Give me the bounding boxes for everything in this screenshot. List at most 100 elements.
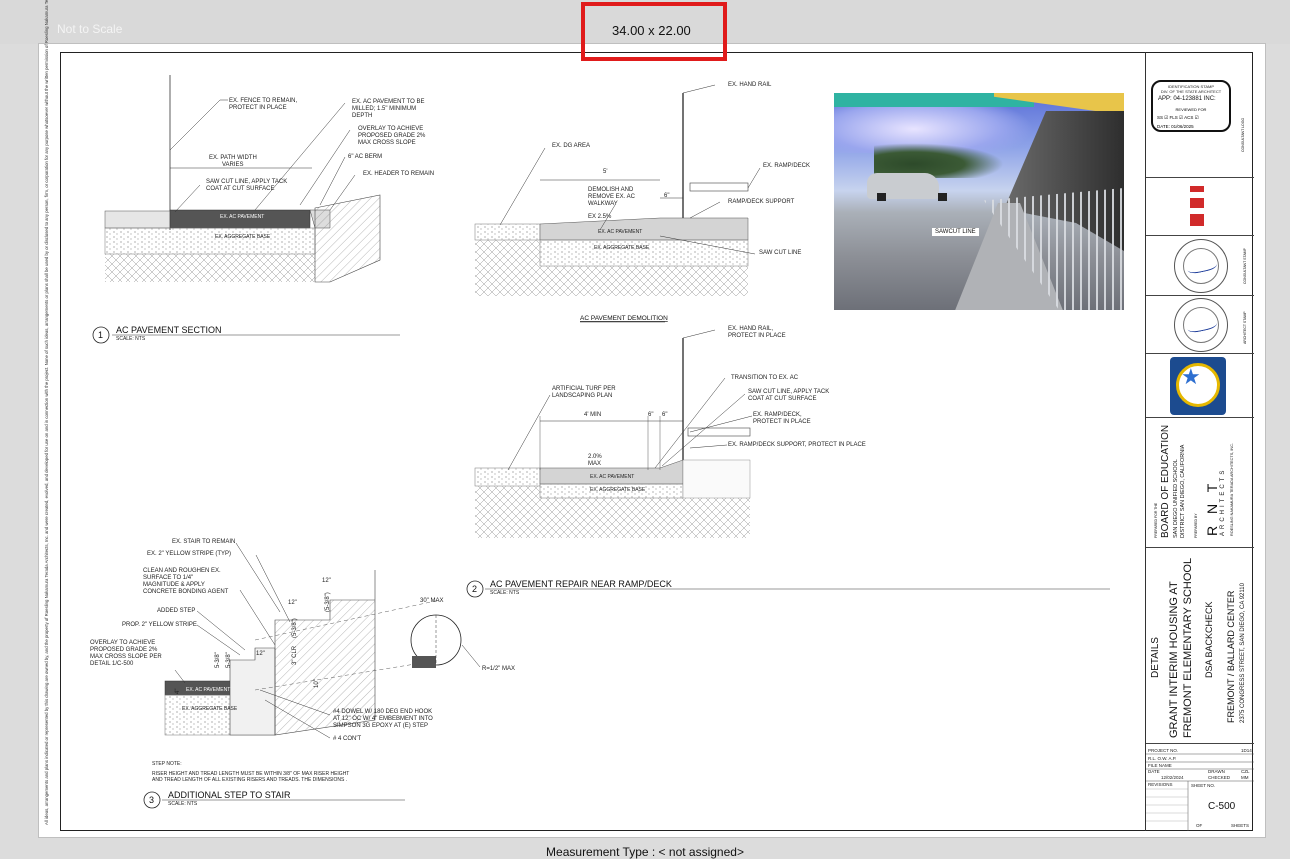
svg-text:DEPTH: DEPTH xyxy=(352,113,372,119)
svg-text:EX. AC PAVEMENT: EX. AC PAVEMENT xyxy=(186,687,230,693)
svg-text:DRAWN: DRAWN xyxy=(1208,769,1225,774)
svg-text:12": 12" xyxy=(256,651,265,657)
svg-text:DETAIL 1/C-500: DETAIL 1/C-500 xyxy=(90,661,134,667)
svg-text:6": 6" xyxy=(664,193,669,199)
svg-text:PROP. 2" YELLOW STRIPE: PROP. 2" YELLOW STRIPE xyxy=(122,622,197,628)
svg-text:CZL: CZL xyxy=(1241,769,1250,774)
svg-text:CONCRETE BONDING AGENT: CONCRETE BONDING AGENT xyxy=(143,589,229,595)
svg-text:5-3/8": 5-3/8" xyxy=(215,652,221,668)
svg-text:PROTECT IN PLACE: PROTECT IN PLACE xyxy=(753,419,811,425)
svg-text:EX. AC PAVEMENT TO BE: EX. AC PAVEMENT TO BE xyxy=(352,99,424,105)
svg-text:MM: MM xyxy=(1241,775,1249,780)
svg-text:DATE: DATE xyxy=(1148,769,1160,774)
svg-text:TRANSITION TO EX. AC: TRANSITION TO EX. AC xyxy=(731,375,799,381)
svg-text:EX. DG AREA: EX. DG AREA xyxy=(552,143,590,149)
svg-text:EX. PATH WIDTH: EX. PATH WIDTH xyxy=(209,155,257,161)
svg-text:1D14: 1D14 xyxy=(1241,748,1252,753)
svg-text:SCALE: NTS: SCALE: NTS xyxy=(116,336,146,342)
svg-text:12": 12" xyxy=(322,578,331,584)
svg-text:EX. AC PAVEMENT: EX. AC PAVEMENT xyxy=(598,229,642,235)
project-title-cell: DETAILS GRANT INTERIM HOUSING AT FREMONT… xyxy=(1146,548,1254,744)
svg-text:PROPOSED GRADE 2%: PROPOSED GRADE 2% xyxy=(358,133,426,139)
svg-text:EX. AGGREGATE BASE: EX. AGGREGATE BASE xyxy=(182,706,238,712)
detail-1-ac-pavement-section: EX. FENCE TO REMAIN, PROTECT IN PLACE EX… xyxy=(92,75,434,344)
svg-text:AT 12" OC W/ 4" EMBEBMENT INTO: AT 12" OC W/ 4" EMBEBMENT INTO xyxy=(333,716,433,722)
svg-text:4": 4" xyxy=(175,689,181,694)
svg-text:SAW CUT LINE: SAW CUT LINE xyxy=(759,250,801,256)
svg-text:3: 3 xyxy=(149,795,154,805)
svg-text:30" MAX: 30" MAX xyxy=(420,598,443,604)
svg-text:REMOVE EX. AC: REMOVE EX. AC xyxy=(588,194,636,200)
svg-text:COAT AT CUT SURFACE: COAT AT CUT SURFACE xyxy=(748,396,816,402)
svg-text:(5-3/8"): (5-3/8") xyxy=(325,592,331,612)
svg-text:RAMP/DECK SUPPORT: RAMP/DECK SUPPORT xyxy=(728,199,795,205)
svg-text:SHEET NO.: SHEET NO. xyxy=(1191,783,1215,788)
svg-text:MAX CROSS SLOPE PER: MAX CROSS SLOPE PER xyxy=(90,654,162,660)
svg-text:EX. AGGREGATE BASE: EX. AGGREGATE BASE xyxy=(594,245,650,251)
svg-text:EX. AC PAVEMENT: EX. AC PAVEMENT xyxy=(220,214,264,220)
svg-text:SIMPSON 3G EPOXY AT (E) STEP: SIMPSON 3G EPOXY AT (E) STEP xyxy=(333,723,428,729)
svg-text:12": 12" xyxy=(288,600,297,606)
site-photo: SAWCUT LINE xyxy=(834,93,1124,310)
svg-text:ADDED STEP: ADDED STEP xyxy=(157,608,195,614)
svg-text:EX. 2" YELLOW STRIPE (TYP): EX. 2" YELLOW STRIPE (TYP) xyxy=(147,551,231,557)
svg-text:10": 10" xyxy=(314,679,320,688)
svg-text:12/02/2024: 12/02/2024 xyxy=(1161,775,1184,780)
detail-ac-pavement-demolition: EX. HAND RAIL EX. DG AREA EX. RAMP/DECK … xyxy=(474,82,810,323)
svg-text:MAX CROSS SLOPE: MAX CROSS SLOPE xyxy=(358,140,416,146)
client-architect-cell: PREPARED FOR THE BOARD OF EDUCATION SAN … xyxy=(1146,418,1254,548)
svg-text:1: 1 xyxy=(98,330,103,340)
star-icon: ★ xyxy=(1181,364,1201,389)
svg-text:OVERLAY TO ACHIEVE: OVERLAY TO ACHIEVE xyxy=(358,126,423,132)
svg-text:ARTIFICIAL TURF PER: ARTIFICIAL TURF PER xyxy=(552,386,616,392)
engineer-seal xyxy=(1174,239,1228,293)
svg-text:EX 2.5%: EX 2.5% xyxy=(588,214,612,220)
svg-text:EX. AGGREGATE BASE: EX. AGGREGATE BASE xyxy=(215,234,271,240)
svg-text:C-500: C-500 xyxy=(1208,801,1236,812)
svg-text:PROPOSED GRADE 2%: PROPOSED GRADE 2% xyxy=(90,647,158,653)
svg-text:MAGNITUDE & APPLY: MAGNITUDE & APPLY xyxy=(143,582,205,588)
dsa-identification-stamp: IDENTIFICATION STAMP DIV. OF THE STATE A… xyxy=(1151,80,1231,132)
consultant-logo-cell xyxy=(1146,178,1254,236)
svg-text:FILE NAME: FILE NAME xyxy=(1148,763,1172,768)
svg-text:5': 5' xyxy=(603,169,607,175)
dsa-stamp-cell: IDENTIFICATION STAMP DIV. OF THE STATE A… xyxy=(1146,52,1254,178)
svg-text:SURFACE TO 1/4": SURFACE TO 1/4" xyxy=(143,575,193,581)
svg-text:EX. RAMP/DECK SUPPORT, PROTECT: EX. RAMP/DECK SUPPORT, PROTECT IN PLACE xyxy=(728,442,866,448)
svg-text:(5-3/8"): (5-3/8") xyxy=(292,618,298,638)
svg-text:R.L. O.W. A.P.: R.L. O.W. A.P. xyxy=(1148,756,1176,761)
svg-text:SCALE: NTS: SCALE: NTS xyxy=(168,801,198,807)
svg-text:EX. FENCE TO REMAIN,: EX. FENCE TO REMAIN, xyxy=(229,98,297,104)
svg-text:OVERLAY TO ACHIEVE: OVERLAY TO ACHIEVE xyxy=(90,640,155,646)
svg-text:EX. HAND RAIL,: EX. HAND RAIL, xyxy=(728,326,773,332)
svg-text:CHECKED: CHECKED xyxy=(1208,775,1231,780)
sheet-dimensions: 34.00 x 22.00 xyxy=(612,23,691,38)
svg-text:6": 6" xyxy=(648,412,653,418)
svg-text:WALKWAY: WALKWAY xyxy=(588,201,618,207)
svg-text:EX. STAIR TO REMAIN: EX. STAIR TO REMAIN xyxy=(172,539,235,545)
svg-text:5-3/8": 5-3/8" xyxy=(226,652,232,668)
district-logo: ★ xyxy=(1170,357,1226,415)
svg-text:# 4 CON'T: # 4 CON'T xyxy=(333,736,361,742)
measurement-type-status: Measurement Type : < not assigned> xyxy=(546,845,744,859)
svg-text:AND TREAD LENGTH OF ALL EXISTI: AND TREAD LENGTH OF ALL EXISTING RISERS … xyxy=(152,777,347,783)
project-info-cell: PROJECT NO. 1D14 R.L. O.W. A.P. FILE NAM… xyxy=(1146,744,1254,831)
svg-text:EX. RAMP/DECK,: EX. RAMP/DECK, xyxy=(753,412,802,418)
svg-text:2.0%: 2.0% xyxy=(588,454,602,460)
svg-text:MAX: MAX xyxy=(588,461,601,467)
svg-text:R=1/2" MAX: R=1/2" MAX xyxy=(482,666,515,672)
architect-stamp-cell: ARCHITECT STAMP xyxy=(1146,296,1254,354)
svg-text:SCALE: NTS: SCALE: NTS xyxy=(490,590,520,596)
svg-text:EX. HEADER TO REMAIN: EX. HEADER TO REMAIN xyxy=(363,171,434,177)
title-block: IDENTIFICATION STAMP DIV. OF THE STATE A… xyxy=(1145,52,1254,831)
svg-text:PROTECT IN PLACE: PROTECT IN PLACE xyxy=(728,333,786,339)
svg-text:4' MIN: 4' MIN xyxy=(584,412,601,418)
svg-text:EX. AGGREGATE BASE: EX. AGGREGATE BASE xyxy=(590,487,646,493)
svg-text:COAT AT CUT SURFACE: COAT AT CUT SURFACE xyxy=(206,186,274,192)
svg-text:6" AC BERM: 6" AC BERM xyxy=(348,154,382,160)
svg-text:2: 2 xyxy=(472,584,477,594)
svg-text:SHEETS: SHEETS xyxy=(1231,823,1249,828)
svg-text:3" CLR: 3" CLR xyxy=(292,645,298,665)
consultant-logo xyxy=(1190,186,1204,226)
photo-sawcut-label: SAWCUT LINE xyxy=(932,228,979,236)
